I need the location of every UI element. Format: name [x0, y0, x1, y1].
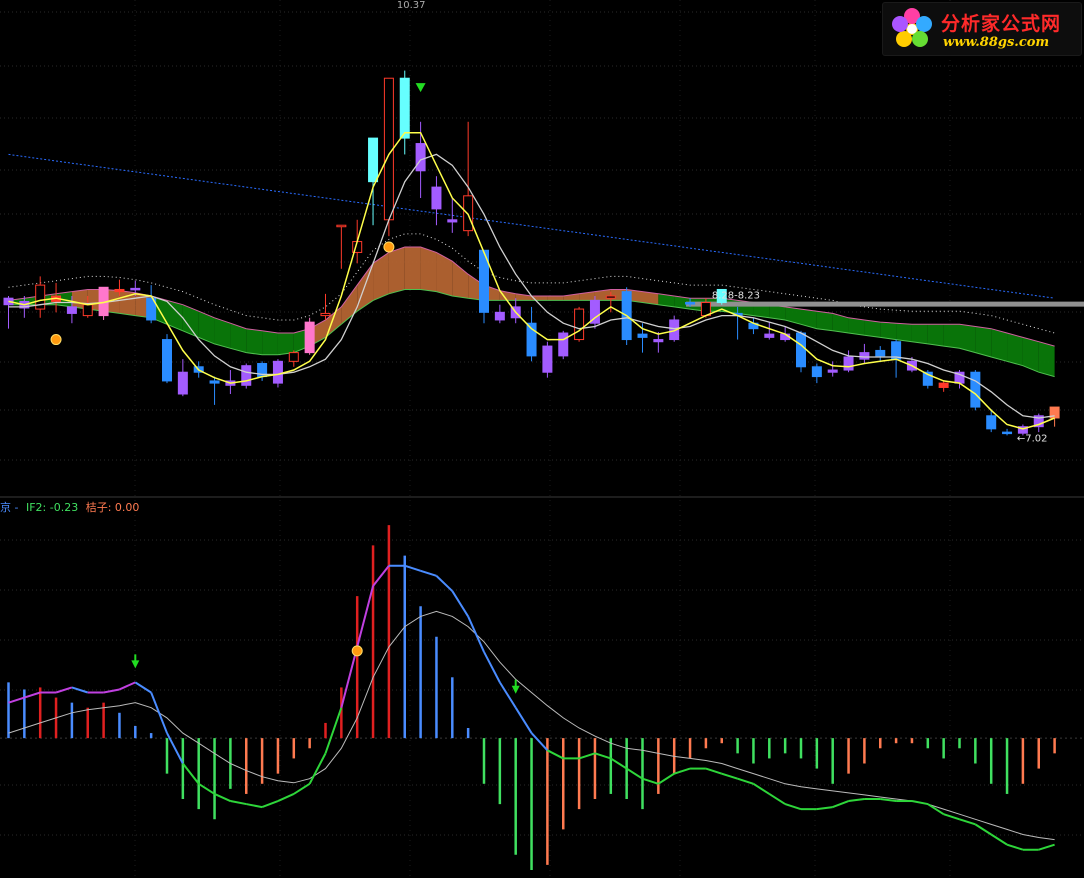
- ribbon-segment: [404, 247, 421, 290]
- candle-body: [415, 143, 426, 172]
- indicator-legend: 京 - IF2: -0.23 桔子: 0.00: [0, 499, 143, 515]
- ribbon-segment: [848, 317, 865, 336]
- candle-body: [811, 366, 822, 378]
- ribbon-segment: [880, 322, 897, 340]
- ribbon-segment: [1038, 341, 1055, 377]
- ribbon-segment: [388, 247, 405, 294]
- ribbon-segment: [911, 324, 928, 344]
- candle-body: [82, 304, 93, 317]
- ribbon-segment: [896, 323, 912, 342]
- site-logo: 分析家公式网 www.88gs.com: [882, 2, 1082, 56]
- ribbon-segment: [975, 326, 992, 357]
- candle-body: [336, 224, 347, 228]
- candle-body: [162, 339, 172, 382]
- candle-body: [368, 137, 379, 183]
- candle-body: [447, 219, 458, 223]
- candle: [162, 334, 172, 384]
- candle-body: [970, 371, 981, 408]
- candle-body: [241, 365, 252, 386]
- candle-body: [558, 332, 569, 357]
- range-label: 8.28-8.23: [712, 291, 760, 302]
- logo-url: www.88gs.com: [943, 35, 1050, 50]
- candle-body: [637, 333, 648, 338]
- candle: [241, 363, 252, 389]
- ribbon-segment: [1007, 333, 1023, 366]
- candle-body: [653, 339, 664, 343]
- candle-body: [827, 369, 838, 373]
- support-level-bar: [686, 301, 1084, 307]
- ribbon-segment: [991, 328, 1008, 362]
- candle-body: [431, 186, 442, 210]
- candle-body: [304, 321, 315, 354]
- ribbon-segment: [864, 319, 881, 338]
- candle-body: [938, 382, 949, 388]
- candle: [542, 341, 553, 378]
- candle-body: [130, 287, 141, 291]
- candle-body: [494, 311, 505, 321]
- candle-body: [843, 356, 854, 371]
- candle-body: [209, 380, 220, 384]
- high-price-label: 10.37: [397, 0, 426, 11]
- candle-body: [875, 349, 886, 357]
- ribbon-segment: [943, 324, 960, 349]
- candle-body: [320, 312, 331, 317]
- candle: [304, 317, 315, 355]
- legend-item-1: 京 -: [0, 501, 19, 514]
- candle-body: [685, 302, 696, 305]
- ribbon-segment: [246, 328, 263, 355]
- candle: [574, 306, 585, 342]
- orange-dot-marker: [383, 241, 395, 253]
- candle-body: [66, 306, 77, 314]
- candle-body: [605, 295, 616, 299]
- candle-body: [986, 415, 997, 430]
- candle-body: [859, 352, 870, 360]
- candle-body: [114, 288, 125, 293]
- legend-item-orange: 桔子: 0.00: [85, 501, 140, 514]
- candle-body: [764, 333, 775, 338]
- candle-body: [542, 345, 553, 373]
- ribbon-segment: [420, 247, 437, 292]
- low-price-label: ←7.02: [1017, 433, 1048, 444]
- flower-logo-icon: [892, 8, 932, 47]
- ribbon-segment: [927, 324, 944, 347]
- candle-body: [463, 195, 474, 232]
- ribbon-segment: [547, 296, 564, 301]
- candle: [970, 370, 981, 411]
- candle-body: [1002, 431, 1013, 435]
- orange-dot-marker: [351, 645, 363, 657]
- candle-body: [796, 332, 806, 368]
- candle: [558, 330, 569, 360]
- ribbon-segment: [262, 330, 278, 355]
- stock-chart: 10.37 8.28-8.23 ←7.02: [0, 0, 1084, 878]
- candle-body: [288, 352, 299, 362]
- candle-body: [177, 371, 188, 395]
- candle-body: [399, 77, 410, 139]
- legend-item-if2: IF2: -0.23: [25, 501, 79, 514]
- candle: [796, 330, 806, 373]
- candle-body: [574, 308, 585, 341]
- candle-body: [272, 360, 283, 384]
- orange-dot-marker: [50, 334, 62, 346]
- ribbon-segment: [816, 311, 833, 331]
- ribbon-segment: [959, 324, 976, 353]
- ribbon-segment: [277, 333, 294, 355]
- logo-title: 分析家公式网: [941, 13, 1062, 35]
